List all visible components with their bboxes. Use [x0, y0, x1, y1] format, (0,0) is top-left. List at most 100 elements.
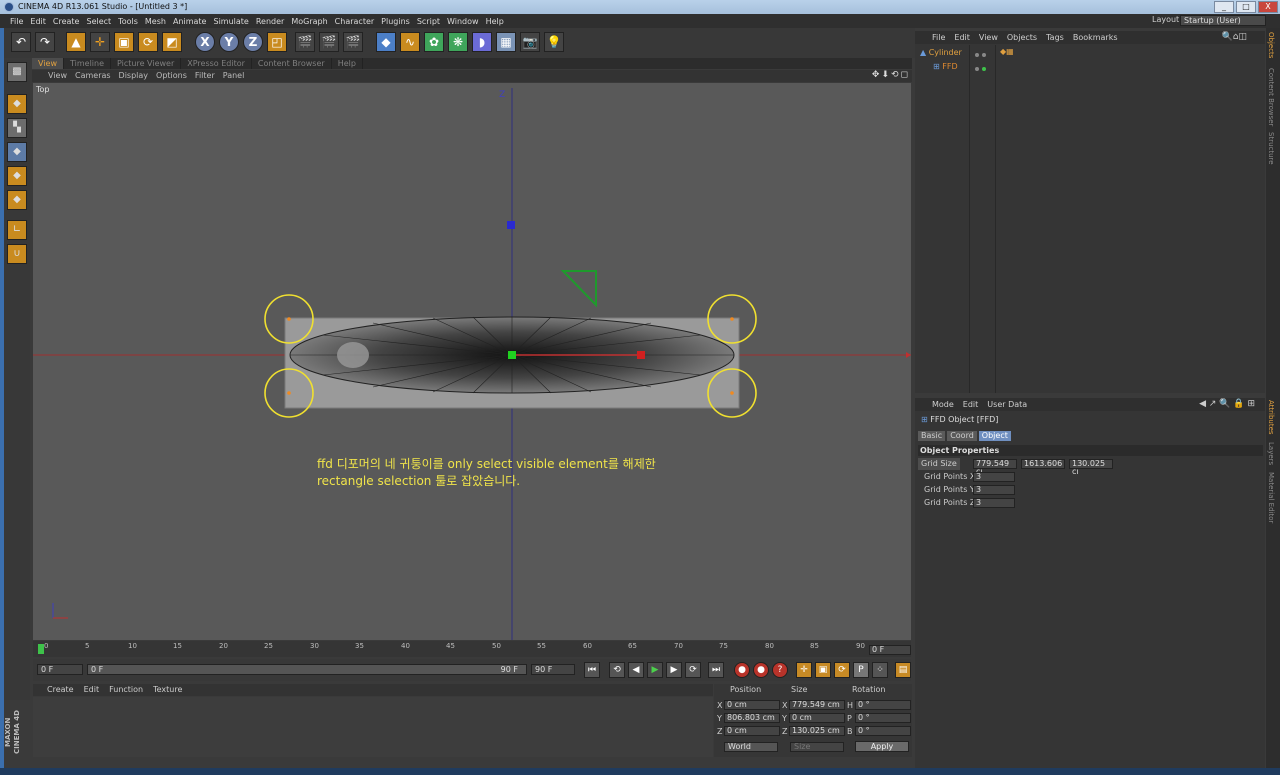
menu-render[interactable]: Render [256, 17, 284, 26]
size-x-field[interactable]: 779.549 cm [789, 700, 845, 710]
undo-button[interactable]: ↶ [11, 32, 31, 52]
menu-help[interactable]: Help [486, 17, 504, 26]
timeline-window-icon[interactable]: ▤ [895, 662, 911, 678]
edges-mode-icon[interactable]: ◆ [7, 166, 27, 186]
render-picture-viewer-icon[interactable]: 🎬 [319, 32, 339, 52]
object-menu-objects[interactable]: Objects [1007, 31, 1037, 44]
floor-environment-icon[interactable]: ▦ [496, 32, 516, 52]
points-mode-icon[interactable]: ◆ [7, 142, 27, 162]
object-menu-bookmarks[interactable]: Bookmarks [1073, 31, 1118, 44]
material-menu-function[interactable]: Function [109, 684, 143, 696]
attribute-menu-user-data[interactable]: User Data [987, 398, 1027, 411]
grid-size-y-field[interactable]: 1613.606 [1021, 459, 1065, 469]
make-editable-icon[interactable]: ▩ [7, 62, 27, 82]
position-x-field[interactable]: 0 cm [724, 700, 780, 710]
recent-tool-icon[interactable]: ◩ [162, 32, 182, 52]
menu-window[interactable]: Window [447, 17, 479, 26]
camera-icon[interactable]: 📷 [520, 32, 540, 52]
object-menu-view[interactable]: View [979, 31, 998, 44]
light-icon[interactable]: 💡 [544, 32, 564, 52]
tree-item-cylinder[interactable]: ▲ Cylinder [920, 47, 962, 59]
material-menu-edit[interactable]: Edit [84, 684, 100, 696]
ffd-point-bottom-left[interactable] [287, 391, 291, 395]
snap-magnet-icon[interactable]: ∪ [7, 244, 27, 264]
rotation-b-field[interactable]: 0 ° [855, 726, 911, 736]
record-scale-icon[interactable]: ▣ [815, 662, 831, 678]
record-rotation-icon[interactable]: ⟳ [834, 662, 850, 678]
texture-mode-icon[interactable]: ▚ [7, 118, 27, 138]
z-axis-handle[interactable] [507, 221, 515, 229]
close-button[interactable]: X [1258, 1, 1278, 13]
viewport-menu-filter[interactable]: Filter [195, 70, 215, 82]
x-axis-lock-button[interactable]: X [195, 32, 215, 52]
side-tab-structure[interactable]: Structure [1267, 132, 1275, 165]
material-menu-create[interactable]: Create [47, 684, 74, 696]
spline-pen-icon[interactable]: ∿ [400, 32, 420, 52]
object-menu-edit[interactable]: Edit [954, 31, 970, 44]
attribute-menu-edit[interactable]: Edit [963, 398, 979, 411]
material-menu-texture[interactable]: Texture [153, 684, 182, 696]
autokeying-button[interactable]: ● [753, 662, 769, 678]
rotate-tool-icon[interactable]: ⟳ [138, 32, 158, 52]
x-axis-handle[interactable] [637, 351, 645, 359]
record-active-objects-button[interactable]: ● [734, 662, 750, 678]
move-tool-icon[interactable]: ✛ [90, 32, 110, 52]
record-parameter-icon[interactable]: P [853, 662, 869, 678]
apply-button[interactable]: Apply [855, 741, 909, 752]
tab-basic[interactable]: Basic [918, 431, 946, 441]
start-frame-field[interactable]: 0 F [37, 664, 83, 675]
keyframe-selection-button[interactable]: ? [772, 662, 788, 678]
side-tab-material-editor[interactable]: Material Editor [1267, 472, 1275, 523]
size-mode-select[interactable]: Size [790, 742, 844, 752]
record-point-level-icon[interactable]: ⁘ [872, 662, 888, 678]
menu-mesh[interactable]: Mesh [145, 17, 166, 26]
timeline-ruler[interactable]: 0 5 10 15 20 25 30 35 40 45 50 55 60 65 … [33, 641, 911, 657]
position-z-field[interactable]: 0 cm [724, 726, 780, 736]
viewport-menu-cameras[interactable]: Cameras [75, 70, 111, 82]
side-tab-content-browser[interactable]: Content Browser [1267, 68, 1275, 126]
menu-create[interactable]: Create [53, 17, 80, 26]
object-tree[interactable]: ▲ Cylinder ⊞ FFD ◆▦ [915, 45, 1265, 393]
menu-mograph[interactable]: MoGraph [291, 17, 327, 26]
tab-xpresso-editor[interactable]: XPresso Editor [181, 58, 252, 69]
viewport-menu-options[interactable]: Options [156, 70, 187, 82]
cylinder-tag-icon[interactable]: ◆▦ [1000, 47, 1014, 56]
grid-points-y-field[interactable]: 3 [973, 485, 1015, 495]
rotation-p-field[interactable]: 0 ° [855, 713, 911, 723]
menu-file[interactable]: File [10, 17, 23, 26]
go-to-start-button[interactable]: ⏮ [584, 662, 600, 678]
position-y-field[interactable]: 806.803 cm [724, 713, 780, 723]
menu-character[interactable]: Character [335, 17, 375, 26]
menu-tools[interactable]: Tools [118, 17, 138, 26]
object-manager-search-icons[interactable]: 🔍⌂◫ [1222, 32, 1247, 42]
go-to-next-key-button[interactable]: ⟳ [685, 662, 701, 678]
scale-tool-icon[interactable]: ▣ [114, 32, 134, 52]
play-button[interactable]: ▶ [647, 662, 663, 678]
viewport-menu-display[interactable]: Display [119, 70, 149, 82]
material-manager-area[interactable] [33, 697, 713, 757]
current-frame-field[interactable]: 0 F [869, 645, 911, 655]
render-settings-icon[interactable]: 🎬 [343, 32, 363, 52]
menu-select[interactable]: Select [86, 17, 111, 26]
coordinate-system-icon[interactable]: ◰ [267, 32, 287, 52]
side-tab-layers[interactable]: Layers [1267, 442, 1275, 465]
polygons-mode-icon[interactable]: ◆ [7, 190, 27, 210]
rotation-h-field[interactable]: 0 ° [855, 700, 911, 710]
side-tab-attributes[interactable]: Attributes [1267, 400, 1275, 435]
tab-picture-viewer[interactable]: Picture Viewer [111, 58, 182, 69]
viewport-menu-panel[interactable]: Panel [223, 70, 245, 82]
object-axis-center[interactable] [508, 351, 516, 359]
layout-select[interactable]: Startup (User) [1180, 15, 1266, 26]
model-mode-icon[interactable]: ◆ [7, 94, 27, 114]
tab-object[interactable]: Object [978, 431, 1011, 441]
size-y-field[interactable]: 0 cm [789, 713, 845, 723]
go-to-next-frame-button[interactable]: ▶ [666, 662, 682, 678]
tab-help[interactable]: Help [332, 58, 363, 69]
viewport-menu-view[interactable]: View [48, 70, 67, 82]
go-to-previous-key-button[interactable]: ⟲ [609, 662, 625, 678]
viewport-navigation-icons[interactable]: ✥⬇⟲◻ [872, 70, 910, 80]
viewport-top[interactable]: Top Z ffd 디포머의 네 귀퉁이를 only select visibl… [33, 83, 911, 640]
side-tab-objects[interactable]: Objects [1267, 32, 1275, 58]
preview-range-slider[interactable]: 0 F 90 F [87, 664, 527, 675]
grid-size-x-field[interactable]: 779.549 cı [973, 459, 1017, 476]
